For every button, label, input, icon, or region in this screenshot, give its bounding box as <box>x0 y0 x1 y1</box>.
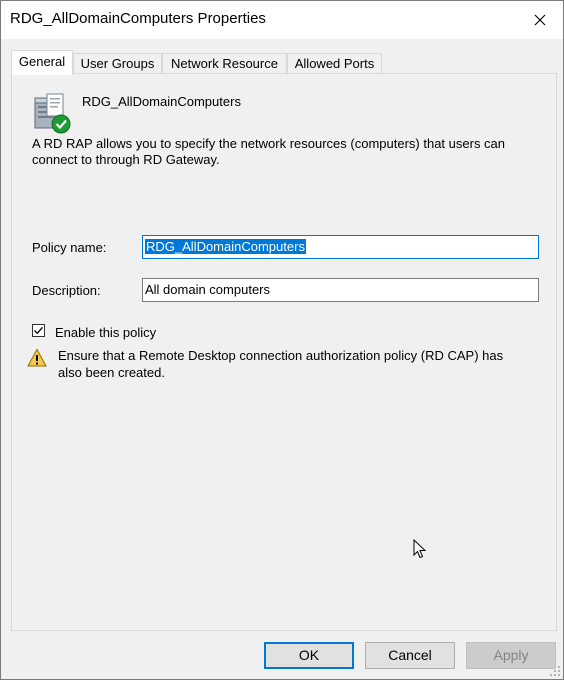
properties-dialog: RDG_AllDomainComputers Properties Genera… <box>0 0 564 680</box>
checkmark-icon <box>34 326 43 335</box>
tab-user-groups[interactable]: User Groups <box>73 53 162 74</box>
warning-icon <box>27 348 47 367</box>
enable-policy-label[interactable]: Enable this policy <box>55 325 156 340</box>
close-button[interactable] <box>517 1 563 39</box>
policy-name-input[interactable]: RDG_AllDomainComputers <box>142 235 539 259</box>
warning-text: Ensure that a Remote Desktop connection … <box>58 348 504 380</box>
intro-text: A RD RAP allows you to specify the netwo… <box>32 136 506 167</box>
tab-general[interactable]: General <box>11 50 73 75</box>
ok-button[interactable]: OK <box>264 642 354 669</box>
description-input[interactable]: All domain computers <box>142 278 539 302</box>
resize-grip-icon[interactable] <box>549 665 561 677</box>
apply-button[interactable]: Apply <box>466 642 556 669</box>
title-bar: RDG_AllDomainComputers Properties <box>1 1 563 39</box>
tab-allowed-ports[interactable]: Allowed Ports <box>287 53 382 74</box>
close-icon <box>534 14 546 26</box>
server-policy-icon <box>34 93 71 134</box>
general-tab-panel: RDG_AllDomainComputers A RD RAP allows y… <box>11 73 557 631</box>
tab-network-resource[interactable]: Network Resource <box>162 53 287 74</box>
window-title: RDG_AllDomainComputers Properties <box>10 10 266 27</box>
mouse-cursor-icon <box>413 539 427 559</box>
policy-name-value: RDG_AllDomainComputers <box>145 239 306 254</box>
policy-name-label: Policy name: <box>32 240 107 255</box>
cancel-button[interactable]: Cancel <box>365 642 455 669</box>
enable-policy-checkbox[interactable] <box>32 324 45 337</box>
policy-heading: RDG_AllDomainComputers <box>82 94 241 109</box>
description-label: Description: <box>32 283 101 298</box>
